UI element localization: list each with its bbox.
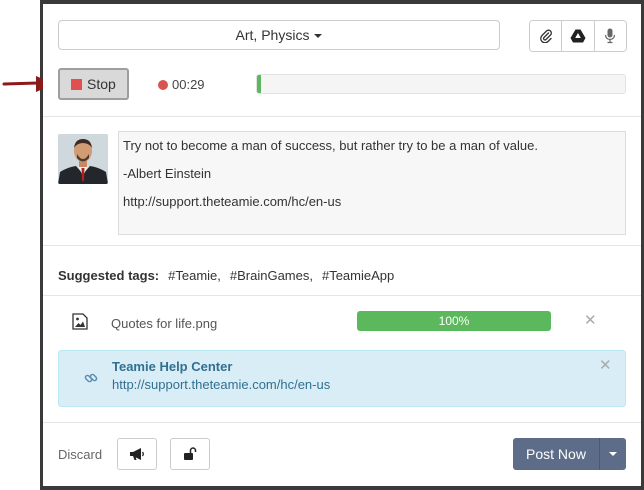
- link-preview: Teamie Help Center http://support.thetea…: [58, 350, 626, 407]
- discard-button[interactable]: Discard: [58, 447, 102, 462]
- divider: [43, 295, 641, 296]
- file-name: Quotes for life.png: [111, 316, 218, 331]
- class-selector-label: Art, Physics: [235, 27, 310, 43]
- link-preview-title[interactable]: Teamie Help Center: [112, 359, 232, 374]
- image-file-icon: [72, 313, 88, 330]
- post-text-area[interactable]: Try not to become a man of success, but …: [118, 131, 626, 235]
- attach-file-button[interactable]: [530, 21, 563, 51]
- window-frame-bottom: [40, 486, 644, 490]
- divider: [43, 245, 641, 246]
- post-now-label[interactable]: Post Now: [513, 438, 599, 470]
- attachment-toolbar: [529, 20, 627, 52]
- upload-progress-text: 100%: [438, 314, 470, 328]
- recording-progress-bar: [256, 74, 626, 94]
- stop-label: Stop: [87, 76, 116, 92]
- chevron-down-icon: [314, 34, 323, 38]
- google-drive-button[interactable]: [562, 21, 595, 51]
- divider: [43, 116, 641, 117]
- privacy-button[interactable]: [170, 438, 210, 470]
- stop-recording-button[interactable]: Stop: [58, 68, 129, 100]
- post-now-button[interactable]: Post Now: [513, 438, 626, 470]
- suggested-tags: Suggested tags: #Teamie, #BrainGames, #T…: [58, 268, 394, 283]
- recording-elapsed: 00:29: [172, 77, 205, 92]
- tag-item[interactable]: #Teamie,: [168, 268, 221, 283]
- paperclip-icon: [539, 29, 552, 43]
- link-icon: [84, 373, 98, 383]
- file-attachment: Quotes for life.png 100% ✕: [43, 310, 641, 336]
- chevron-down-icon: [609, 452, 617, 456]
- record-audio-button[interactable]: [594, 21, 626, 51]
- avatar: [58, 134, 108, 184]
- remove-file-icon[interactable]: ✕: [584, 313, 597, 328]
- upload-progress-bar: 100%: [357, 311, 551, 331]
- post-composer: Art, Physics Stop 00:29 Try not to becom…: [43, 4, 641, 486]
- tag-item[interactable]: #BrainGames,: [230, 268, 313, 283]
- recording-progress-fill: [257, 75, 261, 93]
- tag-item[interactable]: #TeamieApp: [322, 268, 394, 283]
- suggested-tags-label: Suggested tags:: [58, 268, 160, 283]
- divider: [43, 422, 641, 423]
- google-drive-icon: [570, 29, 586, 43]
- stop-icon: [71, 78, 82, 90]
- unlock-icon: [184, 447, 197, 460]
- microphone-icon: [605, 28, 616, 44]
- megaphone-icon: [130, 448, 144, 460]
- recording-timer: 00:29: [158, 77, 205, 92]
- class-selector[interactable]: Art, Physics: [58, 20, 500, 50]
- recording-dot-icon: [158, 79, 168, 90]
- post-options-toggle[interactable]: [599, 438, 626, 470]
- link-preview-url[interactable]: http://support.theteamie.com/hc/en-us: [112, 377, 330, 392]
- announcement-button[interactable]: [117, 438, 157, 470]
- post-line: Try not to become a man of success, but …: [123, 138, 538, 153]
- post-line: http://support.theteamie.com/hc/en-us: [123, 194, 342, 209]
- remove-link-icon[interactable]: ✕: [599, 358, 612, 373]
- post-line: -Albert Einstein: [123, 166, 212, 181]
